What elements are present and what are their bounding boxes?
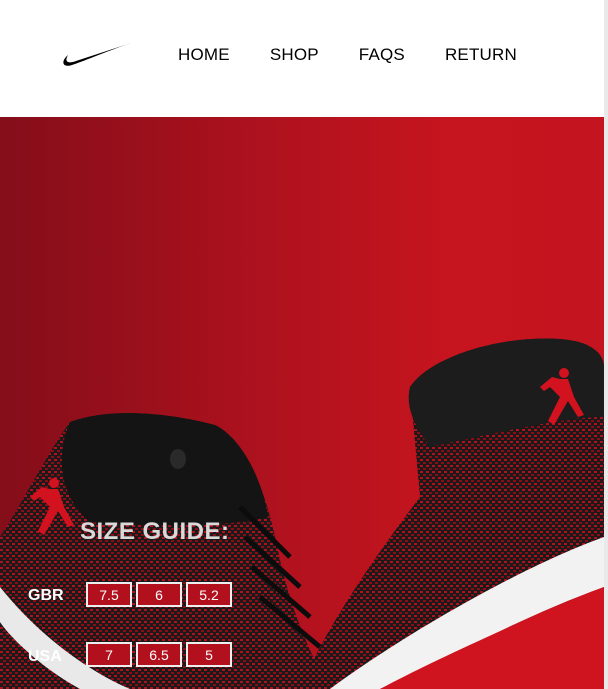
hero-banner: JU DO SIZE — [0, 117, 604, 689]
main-nav: HOME SHOP FAQS RETURN — [178, 45, 517, 65]
size-cell: 7 — [86, 642, 132, 667]
size-row-gbr: 7.5 6 5.2 — [86, 582, 236, 607]
nav-return-link[interactable]: RETURN — [445, 45, 517, 65]
size-cell: 5 — [186, 642, 232, 667]
nav-shop-link[interactable]: SHOP — [270, 45, 319, 65]
site-header: HOME SHOP FAQS RETURN — [0, 0, 604, 117]
size-guide-title: SIZE GUIDE: — [80, 518, 230, 545]
scrollbar[interactable] — [604, 0, 608, 689]
size-row-label-usa: USA — [28, 648, 62, 665]
nav-faqs-link[interactable]: FAQS — [359, 45, 405, 65]
size-row-usa: 7 6.5 5 — [86, 642, 236, 667]
size-cell: 6.5 — [136, 642, 182, 667]
nike-swoosh-icon[interactable] — [62, 40, 136, 68]
size-cell: 6 — [136, 582, 182, 607]
size-cell: 5.2 — [186, 582, 232, 607]
size-cell: 7.5 — [86, 582, 132, 607]
nav-home-link[interactable]: HOME — [178, 45, 230, 65]
size-row-label-gbr: GBR — [28, 587, 64, 604]
